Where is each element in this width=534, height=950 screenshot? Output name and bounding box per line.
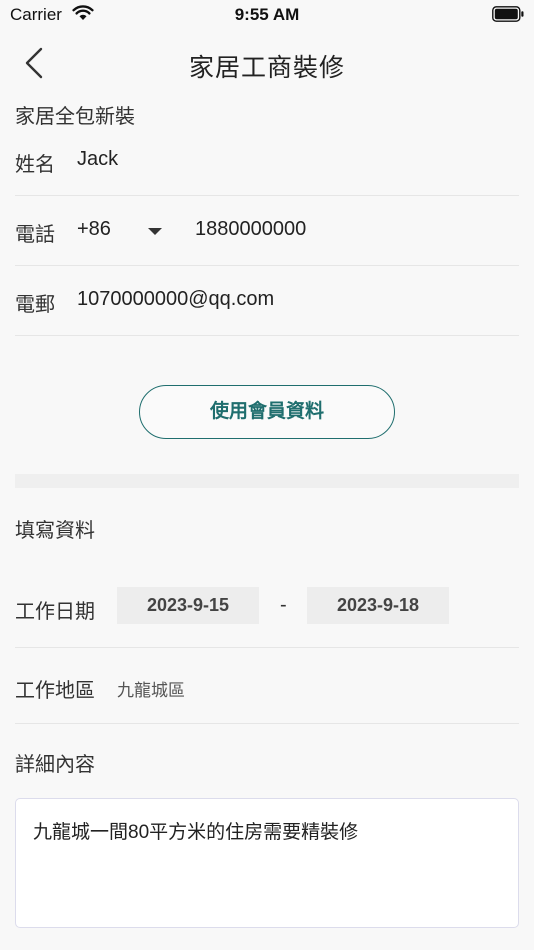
work-area-select[interactable]: 九龍城區: [117, 676, 185, 701]
use-member-data-button[interactable]: 使用會員資料: [139, 385, 395, 439]
battery-icon: [492, 6, 524, 22]
email-field[interactable]: 1070000000@qq.com: [77, 288, 274, 311]
status-bar: Carrier 9:55 AM: [0, 0, 534, 30]
email-row: 電郵 1070000000@qq.com: [15, 266, 519, 336]
detail-label: 詳細內容: [15, 754, 95, 776]
section-divider: [15, 474, 519, 488]
phone-row: 電話 +86 1880000000: [15, 196, 519, 266]
detail-textarea[interactable]: 九龍城一間80平方米的住房需要精裝修: [15, 798, 519, 928]
form-section-title: 填寫資料: [15, 520, 95, 542]
page-title: 家居工商裝修: [188, 54, 345, 82]
work-area-row: 工作地區 九龍城區: [15, 648, 519, 724]
service-type-label: 家居全包新裝: [15, 106, 135, 128]
phone-label: 電話: [15, 224, 55, 246]
name-field[interactable]: Jack: [77, 148, 118, 171]
work-date-label: 工作日期: [15, 601, 95, 623]
end-date-picker[interactable]: 2023-9-18: [307, 587, 449, 624]
caret-down-icon[interactable]: [148, 228, 162, 235]
email-label: 電郵: [15, 294, 55, 316]
clock: 9:55 AM: [234, 5, 300, 24]
name-row: 姓名 Jack: [15, 126, 519, 196]
name-label: 姓名: [15, 154, 55, 176]
date-separator: -: [280, 594, 287, 616]
start-date-picker[interactable]: 2023-9-15: [117, 587, 259, 624]
work-date-row: 工作日期 2023-9-15 - 2023-9-18: [15, 560, 519, 648]
work-area-label: 工作地區: [15, 680, 95, 702]
navigation-bar: 家居工商裝修: [0, 38, 534, 88]
country-code-select[interactable]: +86: [77, 218, 111, 241]
phone-field[interactable]: 1880000000: [195, 218, 306, 241]
